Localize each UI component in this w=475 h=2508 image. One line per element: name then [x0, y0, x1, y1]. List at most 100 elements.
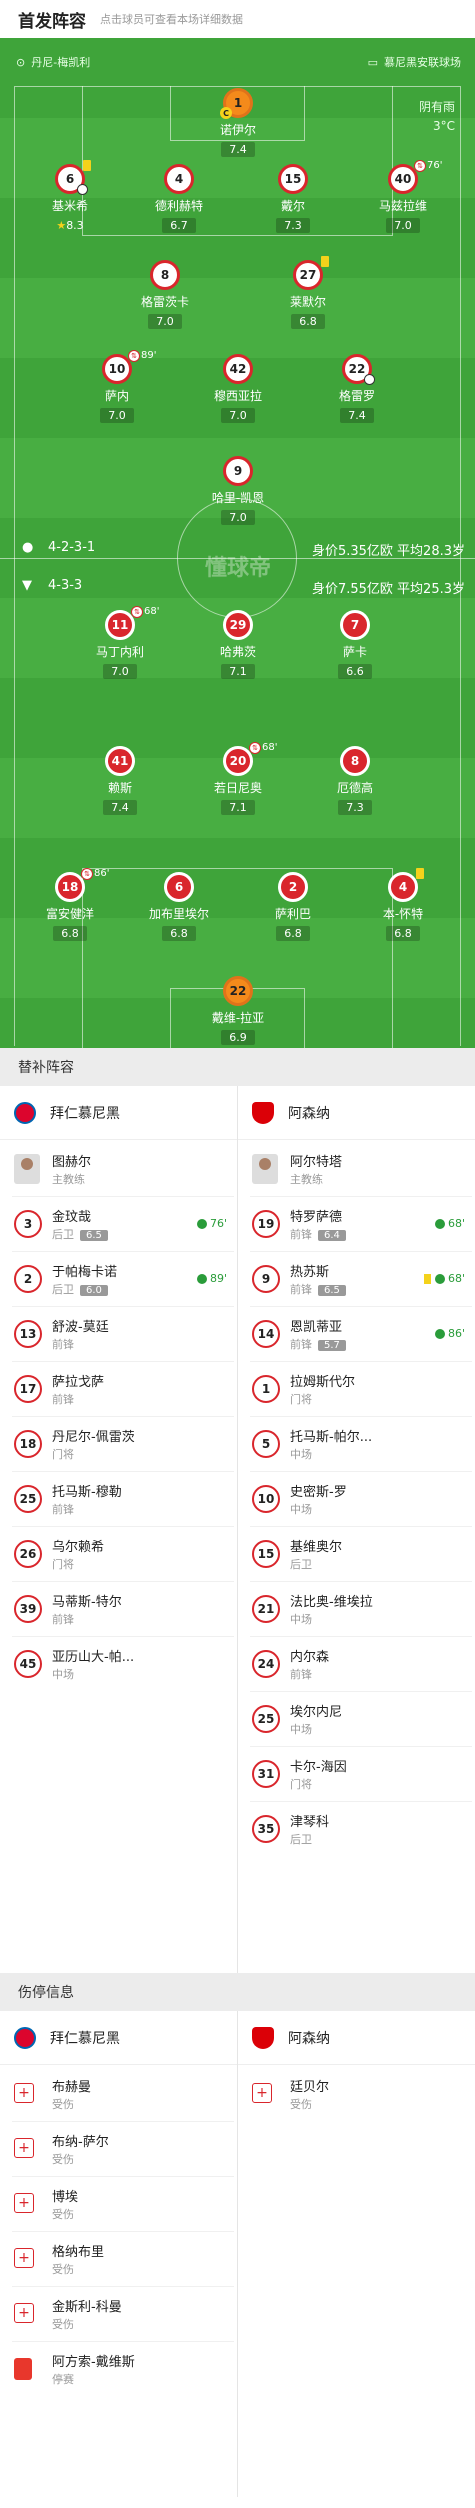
- sub-row[interactable]: 31 卡尔-海因 门将: [238, 1747, 475, 1801]
- player-position: 前锋: [290, 1668, 312, 1681]
- sub-row[interactable]: 1 拉姆斯代尔 门将: [238, 1362, 475, 1416]
- player-name: 埃尔内尼: [290, 1705, 343, 1720]
- player-position: 门将: [52, 1448, 74, 1461]
- player-name: 内尔森: [290, 1650, 330, 1665]
- sub-in-icon: [196, 1219, 207, 1229]
- player-position: 中场: [290, 1613, 312, 1626]
- player[interactable]: 22 格雷罗 7.4: [312, 354, 402, 423]
- injury-row[interactable]: + 博埃 受伤: [0, 2177, 237, 2231]
- arsenal-logo-icon: ▼: [22, 578, 32, 593]
- stadium-venue: ▭ 慕尼黑安联球场: [367, 55, 461, 70]
- sub-row[interactable]: 39 马蒂斯-特尔 前锋: [0, 1582, 237, 1636]
- player-name: 格纳布里: [52, 2245, 105, 2260]
- player[interactable]: 1C 诺伊尔 7.4: [193, 88, 283, 157]
- player[interactable]: 41 赖斯 7.4: [75, 746, 165, 815]
- player[interactable]: 10 ⇅ 89' 萨内 7.0: [72, 350, 162, 423]
- player[interactable]: 4 本-怀特 6.8: [358, 868, 448, 941]
- player[interactable]: 22 戴维-拉亚 6.9: [193, 976, 283, 1045]
- arsenal-logo-icon: [252, 1102, 274, 1124]
- sub-in-time: 68': [434, 1217, 465, 1230]
- injury-row[interactable]: + 布赫曼 受伤: [0, 2067, 237, 2121]
- sub-row[interactable]: 14 恩凯蒂亚 前锋 5.7 86': [238, 1307, 475, 1361]
- shirt-number: 24: [252, 1650, 280, 1678]
- injury-row[interactable]: + 布纳-萨尔 受伤: [0, 2122, 237, 2176]
- sub-row[interactable]: 19 特罗萨德 前锋 6.4 68': [238, 1197, 475, 1251]
- player-position: 主教练: [52, 1173, 85, 1186]
- shirt-number: 2: [14, 1265, 42, 1293]
- injury-row[interactable]: + 格纳布里 受伤: [0, 2232, 237, 2286]
- sub-row[interactable]: 图赫尔 主教练: [0, 1142, 237, 1196]
- sub-row[interactable]: 5 托马斯-帕尔... 中场: [238, 1417, 475, 1471]
- player-position: 前锋: [52, 1613, 74, 1626]
- player[interactable]: 15 戴尔 7.3: [248, 164, 338, 233]
- player-position: 前锋 6.5: [290, 1281, 346, 1297]
- sub-row[interactable]: 25 托马斯-穆勒 前锋: [0, 1472, 237, 1526]
- away-formation-row: ▼ 4-3-3 身价7.55亿欧 平均25.3岁: [22, 578, 465, 597]
- sub-row[interactable]: 13 舒波-莫廷 前锋: [0, 1307, 237, 1361]
- shirt-number: 45: [14, 1650, 42, 1678]
- player-name: 金斯利-科曼: [52, 2300, 122, 2315]
- sub-row[interactable]: 25 埃尔内尼 中场: [238, 1692, 475, 1746]
- bayern-logo-icon: [14, 1102, 36, 1124]
- assist-icon: [364, 374, 375, 385]
- player[interactable]: 42 穆西亚拉 7.0: [193, 354, 283, 423]
- player[interactable]: 8 厄德高 7.3: [310, 746, 400, 815]
- player-name: 布赫曼: [52, 2080, 92, 2095]
- sub-row[interactable]: 15 基维奥尔 后卫: [238, 1527, 475, 1581]
- player[interactable]: 6 基米希 ★8.3: [25, 160, 115, 233]
- pitch: ⊙ 丹尼-梅凯利 ▭ 慕尼黑安联球场 阴有雨 3°C 懂球帝 ● 4-2-3-1…: [0, 38, 475, 1048]
- sub-row[interactable]: 17 萨拉戈萨 前锋: [0, 1362, 237, 1416]
- player-name: 阿尔特塔: [290, 1155, 343, 1170]
- shirt-number: 31: [252, 1760, 280, 1788]
- player-rating: 5.7: [318, 1340, 346, 1351]
- sub-out-icon: ⇅: [414, 160, 426, 172]
- player-position: 受伤: [52, 2098, 74, 2111]
- injury-row[interactable]: + 金斯利-科曼 受伤: [0, 2287, 237, 2341]
- subs-section-title: 替补阵容: [0, 1048, 475, 1086]
- sub-row[interactable]: 2 于帕梅卡诺 后卫 6.0 89': [0, 1252, 237, 1306]
- player-position: 后卫: [290, 1558, 312, 1571]
- sub-out-icon: ⇅: [128, 350, 140, 362]
- player-position: 中场: [290, 1723, 312, 1736]
- injury-row[interactable]: 阿方索-戴维斯 停赛: [0, 2342, 237, 2396]
- player[interactable]: 27 莱默尔 6.8: [263, 256, 353, 329]
- player[interactable]: 29 哈弗茨 7.1: [193, 610, 283, 679]
- red-card-icon: [14, 2358, 32, 2380]
- sub-row[interactable]: 45 亚历山大-帕... 中场: [0, 1637, 237, 1691]
- player-name: 法比奥-维埃拉: [290, 1595, 373, 1610]
- player-rating: 6.4: [318, 1230, 346, 1241]
- player[interactable]: 40 ⇅ 76' 马兹拉维 7.0: [358, 160, 448, 233]
- sub-row[interactable]: 9 热苏斯 前锋 6.5 68': [238, 1252, 475, 1306]
- player[interactable]: 18 ⇅ 86' 富安健洋 6.8: [25, 868, 115, 941]
- injury-cross-icon: +: [14, 2138, 34, 2158]
- sub-row[interactable]: 10 史密斯-罗 中场: [238, 1472, 475, 1526]
- player-position: 中场: [52, 1668, 74, 1681]
- player-name: 特罗萨德: [290, 1210, 343, 1225]
- sub-in-icon: [434, 1329, 445, 1339]
- player-name: 廷贝尔: [290, 2080, 330, 2095]
- player-name: 托马斯-穆勒: [52, 1485, 122, 1500]
- sub-row[interactable]: 阿尔特塔 主教练: [238, 1142, 475, 1196]
- sub-in-time: 68': [423, 1272, 465, 1285]
- player-position: 受伤: [52, 2153, 74, 2166]
- injury-row[interactable]: + 廷贝尔 受伤: [238, 2067, 475, 2121]
- player[interactable]: 7 萨卡 6.6: [310, 610, 400, 679]
- sub-row[interactable]: 21 法比奥-维埃拉 中场: [238, 1582, 475, 1636]
- whistle-icon: ⊙: [16, 55, 26, 69]
- sub-row[interactable]: 35 津琴科 后卫: [238, 1802, 475, 1856]
- sub-row[interactable]: 26 乌尔赖希 门将: [0, 1527, 237, 1581]
- shirt-number: 3: [14, 1210, 42, 1238]
- player-position: 前锋 6.4: [290, 1226, 346, 1242]
- sub-row[interactable]: 3 金玟哉 后卫 6.5 76': [0, 1197, 237, 1251]
- player-name: 津琴科: [290, 1815, 330, 1830]
- player[interactable]: 9 哈里-凯恩 7.0: [193, 456, 283, 525]
- player[interactable]: 2 萨利巴 6.8: [248, 872, 338, 941]
- player[interactable]: 11 ⇅ 68' 马丁内利 7.0: [75, 606, 165, 679]
- player[interactable]: 20 ⇅ 68' 若日尼奥 7.1: [193, 742, 283, 815]
- shirt-number: 17: [14, 1375, 42, 1403]
- player[interactable]: 4 德利赫特 6.7: [134, 164, 224, 233]
- sub-row[interactable]: 18 丹尼尔-佩雷茨 门将: [0, 1417, 237, 1471]
- player[interactable]: 6 加布里埃尔 6.8: [134, 872, 224, 941]
- sub-row[interactable]: 24 内尔森前锋: [238, 1637, 475, 1691]
- player[interactable]: 8 格雷茨卡 7.0: [120, 260, 210, 329]
